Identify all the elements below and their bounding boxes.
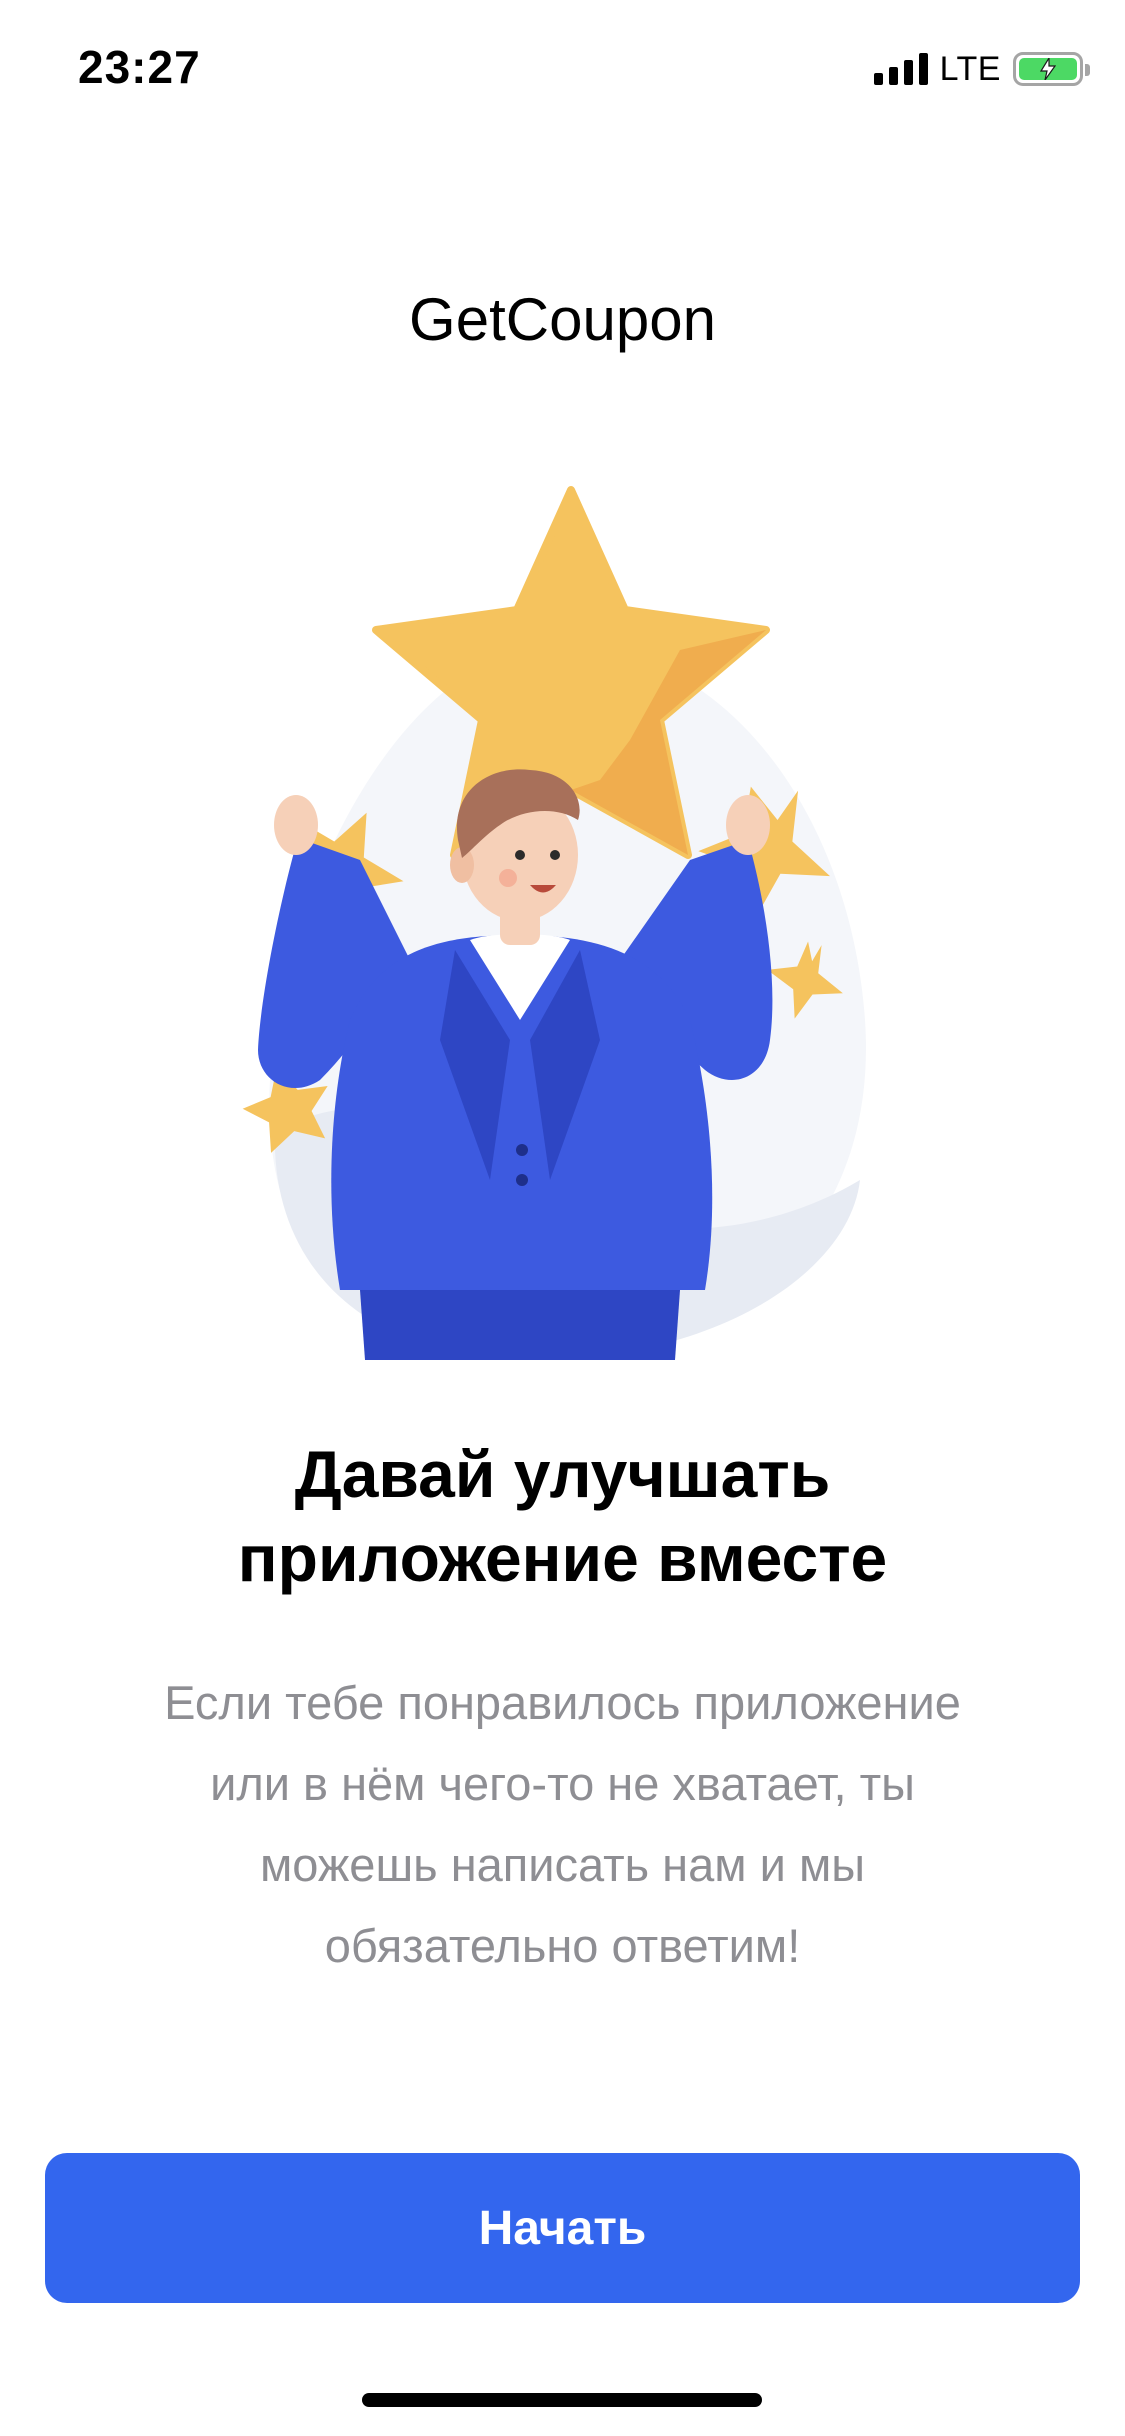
suit-button-1 (516, 1144, 528, 1156)
left-hand (274, 795, 318, 855)
cheek (499, 869, 517, 887)
man-holding-star-illustration (200, 480, 920, 1370)
app-title: GetCoupon (409, 286, 716, 353)
eye-left (515, 850, 525, 860)
description-line-3: можешь написать нам и мы (259, 1838, 866, 1891)
signal-bars-icon (873, 53, 928, 85)
status-indicators: LTE (873, 48, 1090, 90)
start-button[interactable]: Начать (45, 2153, 1080, 2303)
right-hand (726, 795, 770, 855)
status-bar: 23:27 LTE (0, 0, 1125, 132)
headline-line-2: приложение вместе (237, 1521, 888, 1595)
description: Если тебе понравилось приложение или в н… (60, 1662, 1065, 1986)
headline-line-1: Давай улучшать (294, 1437, 831, 1511)
headline: Давай улучшать приложение вместе (0, 1432, 1125, 1600)
status-time: 23:27 (78, 41, 201, 93)
description-line-4: обязательно ответим! (324, 1919, 801, 1972)
eye-right (550, 850, 560, 860)
description-line-1: Если тебе понравилось приложение (164, 1676, 961, 1729)
battery-charging-icon (1013, 52, 1090, 86)
home-indicator[interactable] (362, 2393, 762, 2407)
description-line-2: или в нём чего-то не хватает, ты (210, 1757, 915, 1810)
network-type: LTE (939, 49, 1001, 88)
suit-button-2 (516, 1174, 528, 1186)
trousers (360, 1290, 680, 1360)
